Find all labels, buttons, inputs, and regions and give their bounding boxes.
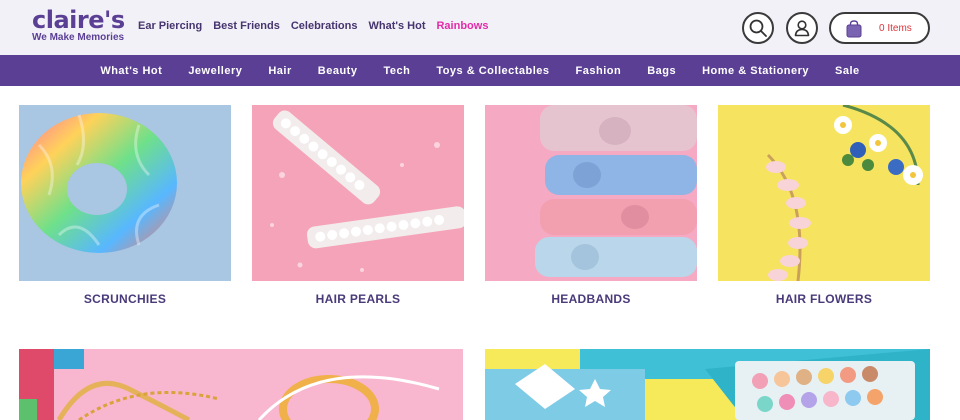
category-label-hair-flowers[interactable]: HAIR FLOWERS: [718, 292, 930, 306]
nav-item-hair[interactable]: Hair: [268, 65, 291, 77]
cart-button[interactable]: 0 Items: [829, 12, 930, 44]
category-tile-hair-flowers[interactable]: [718, 105, 930, 281]
category-label-headbands[interactable]: HEADBANDS: [485, 292, 697, 306]
jewellery-banner-image: [19, 349, 463, 420]
shopping-bag-icon: [846, 20, 862, 38]
category-tile-scrunchies[interactable]: [19, 105, 231, 281]
account-button[interactable]: [786, 12, 818, 44]
nav-item-home-stationery[interactable]: Home & Stationery: [702, 65, 809, 77]
search-button[interactable]: [742, 12, 774, 44]
nav-item-fashion[interactable]: Fashion: [576, 65, 622, 77]
hair-flowers-image: [718, 105, 930, 281]
toplink-rainbows[interactable]: Rainbows: [436, 20, 488, 32]
logo-wordmark: claire's: [32, 6, 125, 34]
top-links: Ear Piercing Best Friends Celebrations W…: [138, 20, 488, 32]
user-icon: [794, 20, 810, 37]
logo-tagline: We Make Memories: [32, 32, 125, 43]
search-icon: [749, 19, 767, 37]
nav-item-beauty[interactable]: Beauty: [318, 65, 358, 77]
category-label-scrunchies[interactable]: SCRUNCHIES: [19, 292, 231, 306]
beauty-banner-image: [485, 349, 930, 420]
nav-item-toys-collectables[interactable]: Toys & Collectables: [436, 65, 549, 77]
hair-pearls-image: [252, 105, 464, 281]
category-label-hair-pearls[interactable]: HAIR PEARLS: [252, 292, 464, 306]
main-nav: What's Hot Jewellery Hair Beauty Tech To…: [0, 55, 960, 86]
category-tile-headbands[interactable]: [485, 105, 697, 281]
nav-item-bags[interactable]: Bags: [647, 65, 676, 77]
promo-banner-jewellery[interactable]: [19, 349, 463, 420]
site-header: claire's We Make Memories Ear Piercing B…: [0, 0, 960, 55]
toplink-best-friends[interactable]: Best Friends: [213, 20, 280, 32]
category-tile-hair-pearls[interactable]: [252, 105, 464, 281]
nav-item-whats-hot[interactable]: What's Hot: [100, 65, 162, 77]
promo-banner-beauty[interactable]: [485, 349, 930, 420]
headbands-image: [485, 105, 697, 281]
cart-count: 0 Items: [879, 23, 912, 34]
toplink-celebrations[interactable]: Celebrations: [291, 20, 358, 32]
nav-item-tech[interactable]: Tech: [383, 65, 410, 77]
nav-item-sale[interactable]: Sale: [835, 65, 860, 77]
toplink-ear-piercing[interactable]: Ear Piercing: [138, 20, 202, 32]
scrunchie-image: [19, 105, 231, 281]
claires-logo[interactable]: claire's We Make Memories: [32, 6, 125, 46]
nav-item-jewellery[interactable]: Jewellery: [188, 65, 242, 77]
toplink-whats-hot[interactable]: What's Hot: [368, 20, 425, 32]
